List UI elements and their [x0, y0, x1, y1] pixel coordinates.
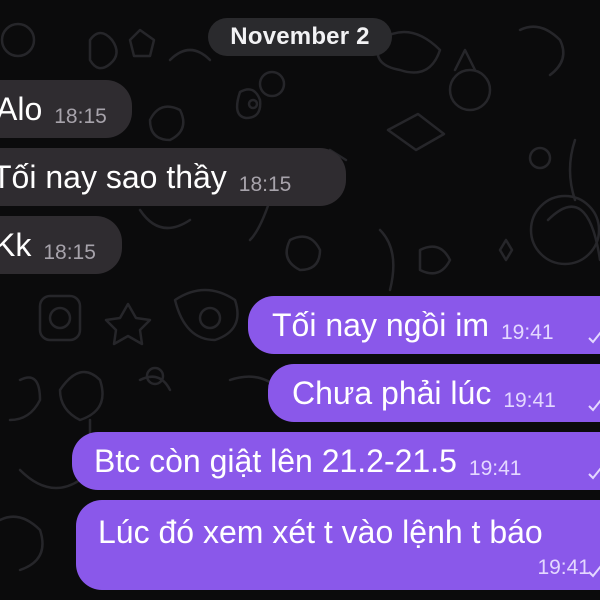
message-time: 18:15 — [54, 105, 107, 128]
message-text: Kk — [0, 227, 32, 263]
message-text: Tối nay sao thầy — [0, 159, 227, 195]
message-text: Chưa phải lúc — [292, 375, 492, 411]
read-check-icon — [588, 399, 600, 412]
read-check-icon — [588, 565, 600, 578]
message-text: Lúc đó xem xét t vào lệnh t báo — [98, 514, 543, 550]
outgoing-message[interactable]: Btc còn giật lên 21.2-21.5 19:41 — [72, 432, 600, 490]
message-time: 18:15 — [238, 173, 292, 196]
outgoing-message[interactable]: Chưa phải lúc 19:41 — [268, 364, 600, 422]
chat-window: November 2 Alo 18:15 Tối nay sao thầy 18… — [0, 0, 600, 600]
message-text: Tối nay ngồi im — [272, 307, 489, 343]
read-check-icon — [588, 331, 600, 344]
date-separator: November 2 — [208, 18, 392, 56]
message-time: 19:41 — [500, 321, 554, 344]
message-text: Btc còn giật lên 21.2-21.5 — [94, 443, 457, 479]
message-time: 19:41 — [503, 389, 556, 412]
incoming-message[interactable]: Tối nay sao thầy 18:15 — [0, 148, 346, 206]
outgoing-message[interactable]: Lúc đó xem xét t vào lệnh t báo 19:41 — [76, 500, 600, 590]
message-text: Alo — [0, 91, 43, 127]
message-time: 19:41 — [537, 556, 590, 579]
incoming-message[interactable]: Kk 18:15 — [0, 216, 122, 274]
message-time: 19:41 — [468, 457, 522, 480]
incoming-message[interactable]: Alo 18:15 — [0, 80, 132, 138]
message-time: 18:15 — [43, 241, 96, 264]
outgoing-message[interactable]: Tối nay ngồi im 19:41 — [248, 296, 600, 354]
read-check-icon — [588, 467, 600, 480]
